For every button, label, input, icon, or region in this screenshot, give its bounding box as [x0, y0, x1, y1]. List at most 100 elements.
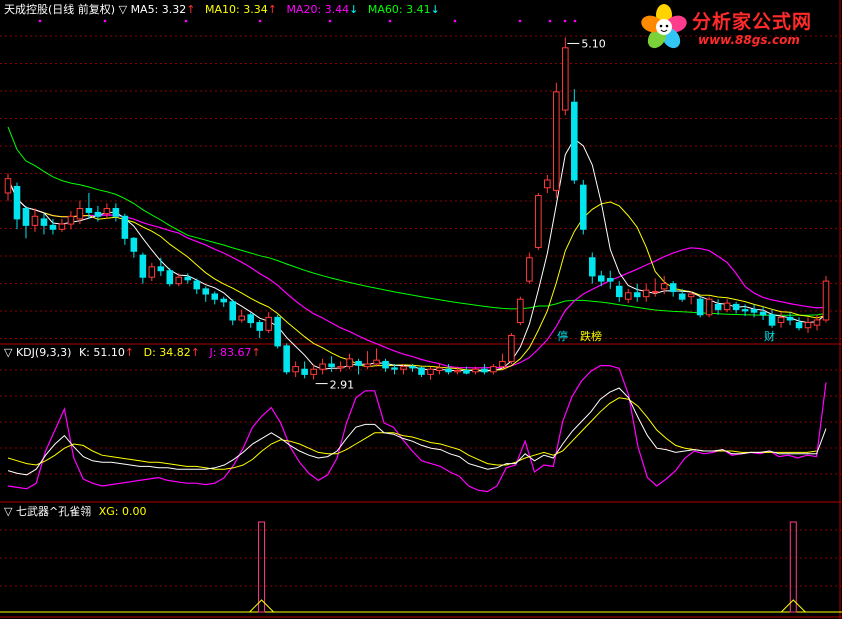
candle-body: [795, 322, 803, 329]
candle: [139, 252, 147, 284]
candle: [508, 332, 515, 365]
xg-signal-bar: [789, 521, 797, 613]
candle-body: [535, 195, 542, 248]
candle: [40, 213, 48, 235]
candle-body: [103, 208, 111, 215]
candle-body: [669, 283, 677, 292]
candle-body: [391, 367, 398, 370]
ma60-arrow-icon: ↓: [430, 3, 440, 16]
candle: [364, 351, 371, 370]
candle-body: [265, 316, 272, 331]
candle-body: [445, 368, 452, 373]
candle: [157, 257, 165, 276]
marker-dot: [184, 19, 188, 23]
candle-body: [804, 322, 812, 329]
candle-body: [517, 298, 524, 324]
collapse-triangle-icon[interactable]: ▽: [4, 346, 12, 359]
candle-body: [777, 316, 785, 324]
candle: [103, 203, 111, 219]
kdj-d-line: [7, 397, 817, 470]
marker-dot: [563, 19, 567, 23]
candle-body: [580, 184, 587, 230]
marker-dot: [38, 19, 42, 23]
candle: [58, 218, 66, 232]
candle-body: [40, 218, 48, 226]
candle-body: [454, 370, 461, 373]
candle: [211, 291, 219, 305]
candle-body: [741, 309, 749, 312]
d-label: D: 34.82: [143, 346, 191, 359]
marker-dot: [518, 19, 522, 23]
ma5-label: MA5: 3.32: [130, 3, 187, 16]
j-label: J: 83.67: [209, 346, 252, 359]
kdj-title: KDJ(9,3,3): [15, 346, 72, 359]
candle-body: [247, 314, 254, 324]
marker-dot: [573, 19, 577, 23]
candle: [714, 299, 722, 315]
candle-body: [615, 285, 623, 298]
candle-body: [283, 345, 290, 373]
candle: [283, 343, 290, 375]
candle-body: [678, 293, 686, 300]
candle: [481, 364, 488, 375]
candle-body: [633, 292, 641, 298]
candle: [67, 211, 75, 230]
candle: [535, 192, 542, 250]
candle-body: [813, 319, 821, 326]
candle: [382, 358, 389, 372]
candle-body: [229, 301, 237, 321]
candle: [202, 286, 210, 302]
ma20-arrow-icon: ↓: [349, 3, 359, 16]
candle-body: [202, 288, 210, 295]
d-arrow-icon: ↑: [190, 346, 200, 359]
collapse-triangle-icon[interactable]: ▽: [4, 505, 12, 518]
k-indicator: K: 51.10↑: [79, 346, 134, 359]
chart-canvas[interactable]: 5.10 2.91 停 跌榜 财: [0, 0, 842, 619]
candle: [13, 182, 21, 230]
candle: [4, 173, 12, 201]
marker-dot: [258, 19, 262, 23]
stock-chart-window: 5.10 2.91 停跌榜财 天成控股(日线 前复权) ▽ MA5: 3.32↑ M…: [0, 0, 842, 619]
candle: [256, 319, 263, 339]
candle: [166, 268, 174, 287]
candle-body: [22, 208, 30, 226]
ma10-indicator: MA10: 3.34↑: [205, 3, 277, 16]
candle: [184, 273, 192, 284]
candle-body: [732, 303, 740, 311]
candle-body: [337, 366, 344, 369]
candle-body: [427, 368, 434, 375]
candle-body: [193, 280, 201, 290]
candle: [759, 307, 767, 320]
candle-body: [642, 289, 650, 298]
d-indicator: D: 34.82↑: [144, 346, 200, 359]
ma5-indicator: MA5: 3.32↑: [131, 3, 196, 16]
collapse-triangle-icon[interactable]: ▽: [119, 3, 131, 16]
candle: [696, 296, 704, 318]
ma10-label: MA10: 3.34: [205, 3, 268, 16]
kdj-k-line: [7, 387, 827, 476]
stock-name: 天成控股(日线 前复权): [4, 3, 116, 16]
candle-body: [768, 314, 776, 326]
candle: [265, 312, 272, 333]
candle: [292, 361, 299, 377]
candle-body: [409, 366, 416, 369]
candle: [768, 309, 776, 328]
candle-body: [400, 366, 407, 370]
candle-body: [553, 91, 560, 191]
ma20-indicator: MA20: 3.44↓: [286, 3, 358, 16]
candle-body: [67, 215, 75, 225]
candle-body: [786, 316, 794, 321]
kdj-panel-header: ▽ KDJ(9,3,3) K: 51.10↑ D: 34.82↑ J: 83.6…: [4, 346, 261, 360]
candle-body: [526, 257, 533, 282]
candle: [562, 37, 569, 116]
candle: [220, 296, 228, 308]
candle-body: [319, 363, 326, 370]
ma60-indicator: MA60: 3.41↓: [368, 3, 440, 16]
candle-body: [499, 360, 506, 368]
candle: [786, 312, 794, 326]
candle-body: [562, 47, 569, 111]
candle: [777, 312, 785, 328]
candle-body: [723, 302, 731, 311]
candle-body: [382, 360, 389, 369]
candle-body: [750, 309, 758, 313]
